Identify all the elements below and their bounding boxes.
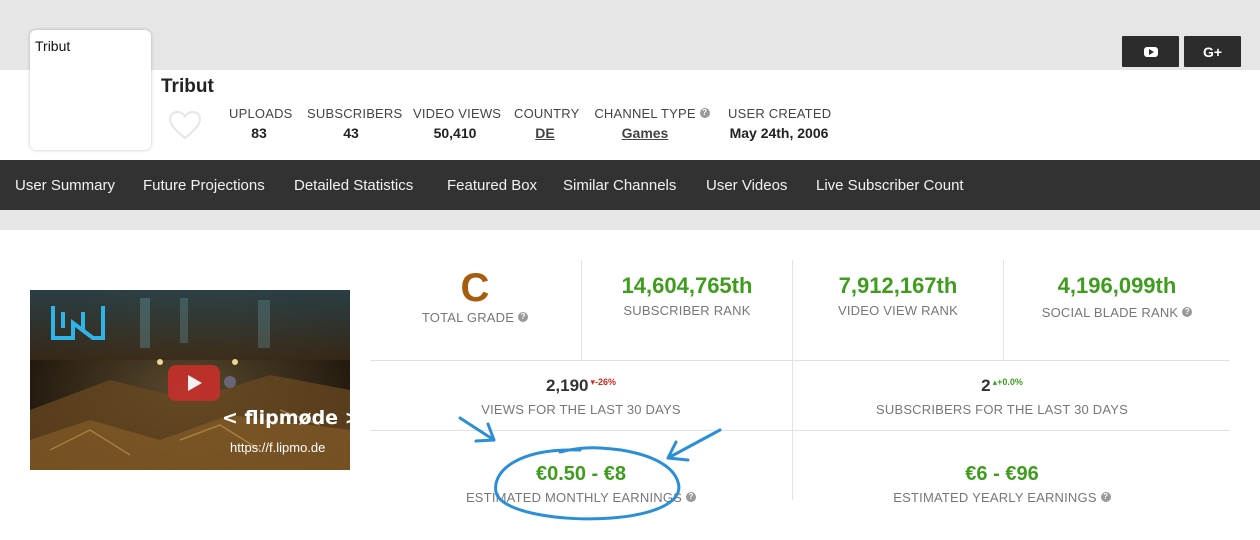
total-grade-card: C TOTAL GRADE?: [380, 268, 570, 325]
total-grade-value: C: [460, 266, 490, 310]
stat-video-views: VIDEO VIEWS 50,410: [413, 106, 502, 141]
total-grade-label: TOTAL GRADE?: [380, 310, 570, 325]
youtube-play-icon[interactable]: [168, 365, 220, 401]
views-delta-text: -26%: [595, 377, 617, 387]
video-view-rank-label: VIDEO VIEW RANK: [837, 303, 959, 318]
stat-label-text: CHANNEL TYPE: [594, 106, 696, 121]
stat-label: CHANNEL TYPE?: [594, 106, 710, 121]
yearly-earnings-label-text: ESTIMATED YEARLY EARNINGS: [893, 490, 1097, 505]
divider: [370, 430, 1230, 431]
stat-label: UPLOADS: [229, 106, 293, 121]
views-30-days-card: 2,190 ▾-26% VIEWS FOR THE LAST 30 DAYS: [371, 376, 791, 417]
nav-user-videos[interactable]: User Videos: [706, 177, 787, 194]
subscribers-30-days-card: 2 ▴+0.0% SUBSCRIBERS FOR THE LAST 30 DAYS: [793, 376, 1211, 417]
monthly-earnings-value: €0.50 - €8: [535, 463, 627, 485]
subscribers-30-days-value-row: 2 ▴+0.0%: [793, 376, 1211, 396]
views-30-days-delta: ▾-26%: [591, 377, 617, 387]
nav-future-projections[interactable]: Future Projections: [143, 177, 265, 194]
favorite-heart-icon[interactable]: [168, 110, 202, 140]
channel-avatar[interactable]: Tribut: [30, 30, 151, 150]
channel-name: Tribut: [161, 76, 214, 97]
views-30-days-label: VIEWS FOR THE LAST 30 DAYS: [481, 402, 681, 417]
nav-detailed-statistics[interactable]: Detailed Statistics: [294, 177, 413, 194]
subscriber-rank-value: 14,604,765th: [621, 273, 753, 298]
stat-value: 43: [343, 125, 359, 141]
stat-value: 83: [251, 125, 267, 141]
subscribers-delta-text: +0.0%: [997, 377, 1023, 387]
stat-label: USER CREATED: [728, 106, 832, 121]
social-blade-rank-label-text: SOCIAL BLADE RANK: [1041, 305, 1179, 320]
top-banner: [0, 0, 1260, 70]
page: Tribut Tribut G+ UPLOADS 83 SUBSCRIBERS …: [0, 0, 1260, 540]
stat-country: COUNTRY DE: [514, 106, 580, 141]
nav-similar-channels[interactable]: Similar Channels: [563, 177, 676, 194]
featured-video-thumbnail[interactable]: < flipmøde > https://f.lipmo.de: [30, 290, 350, 470]
stat-uploads: UPLOADS 83: [229, 106, 293, 141]
social-blade-rank-label: SOCIAL BLADE RANK?: [1004, 305, 1230, 320]
yearly-earnings-label: ESTIMATED YEARLY EARNINGS?: [793, 490, 1211, 505]
total-grade-label-text: TOTAL GRADE: [421, 310, 515, 325]
monthly-earnings-label-text: ESTIMATED MONTHLY EARNINGS: [465, 490, 683, 505]
youtube-icon: [1143, 46, 1158, 57]
subscriber-rank-card: 14,604,765th SUBSCRIBER RANK: [582, 273, 792, 318]
divider: [370, 360, 1230, 361]
help-icon[interactable]: ?: [518, 312, 529, 322]
video-overlay-url: https://f.lipmo.de: [230, 440, 326, 455]
stat-subscribers: SUBSCRIBERS 43: [307, 106, 403, 141]
nav-user-summary[interactable]: User Summary: [15, 177, 115, 194]
help-icon[interactable]: ?: [1182, 307, 1193, 317]
youtube-button[interactable]: [1122, 36, 1179, 67]
video-view-rank-card: 7,912,167th VIDEO VIEW RANK: [793, 273, 1003, 318]
google-plus-button[interactable]: G+: [1184, 36, 1241, 67]
subscribers-30-days-delta: ▴+0.0%: [993, 377, 1023, 387]
monthly-earnings-label: ESTIMATED MONTHLY EARNINGS?: [371, 490, 791, 505]
avatar-alt-text: Tribut: [35, 38, 71, 54]
stat-value: May 24th, 2006: [729, 125, 829, 141]
help-icon[interactable]: ?: [1100, 492, 1111, 502]
social-blade-rank-value: 4,196,099th: [1057, 273, 1177, 298]
social-blade-rank-card: 4,196,099th SOCIAL BLADE RANK?: [1004, 273, 1230, 320]
subscribers-30-days-value: 2: [981, 376, 991, 395]
nav-underbar: [0, 210, 1260, 230]
nav-live-subscriber-count[interactable]: Live Subscriber Count: [816, 177, 964, 194]
help-icon[interactable]: ?: [699, 108, 710, 118]
subscriber-rank-label: SUBSCRIBER RANK: [623, 303, 751, 318]
channel-type-link[interactable]: Games: [594, 125, 710, 141]
views-30-days-value-row: 2,190 ▾-26%: [371, 376, 791, 396]
nav-featured-box[interactable]: Featured Box: [447, 177, 537, 194]
yearly-earnings-value: €6 - €96: [965, 463, 1039, 485]
views-30-days-value: 2,190: [545, 376, 589, 395]
help-icon[interactable]: ?: [686, 492, 697, 502]
subscribers-30-days-label: SUBSCRIBERS FOR THE LAST 30 DAYS: [875, 402, 1129, 417]
country-link[interactable]: DE: [514, 125, 576, 141]
stat-label: SUBSCRIBERS: [307, 106, 403, 121]
google-plus-icon: G+: [1202, 43, 1223, 60]
stat-label: COUNTRY: [514, 106, 580, 121]
video-overlay-title: < flipmøde >: [222, 407, 350, 429]
main-navigation: User Summary Future Projections Detailed…: [0, 160, 1260, 210]
stat-label: VIDEO VIEWS: [413, 106, 502, 121]
stat-user-created: USER CREATED May 24th, 2006: [728, 106, 832, 141]
yearly-earnings-card: €6 - €96 ESTIMATED YEARLY EARNINGS?: [793, 463, 1211, 505]
video-view-rank-value: 7,912,167th: [838, 273, 958, 298]
monthly-earnings-card: €0.50 - €8 ESTIMATED MONTHLY EARNINGS?: [371, 463, 791, 505]
stat-value: 50,410: [433, 125, 477, 141]
stat-channel-type: CHANNEL TYPE? Games: [594, 106, 710, 141]
right-arrow-annotation: [666, 428, 722, 462]
